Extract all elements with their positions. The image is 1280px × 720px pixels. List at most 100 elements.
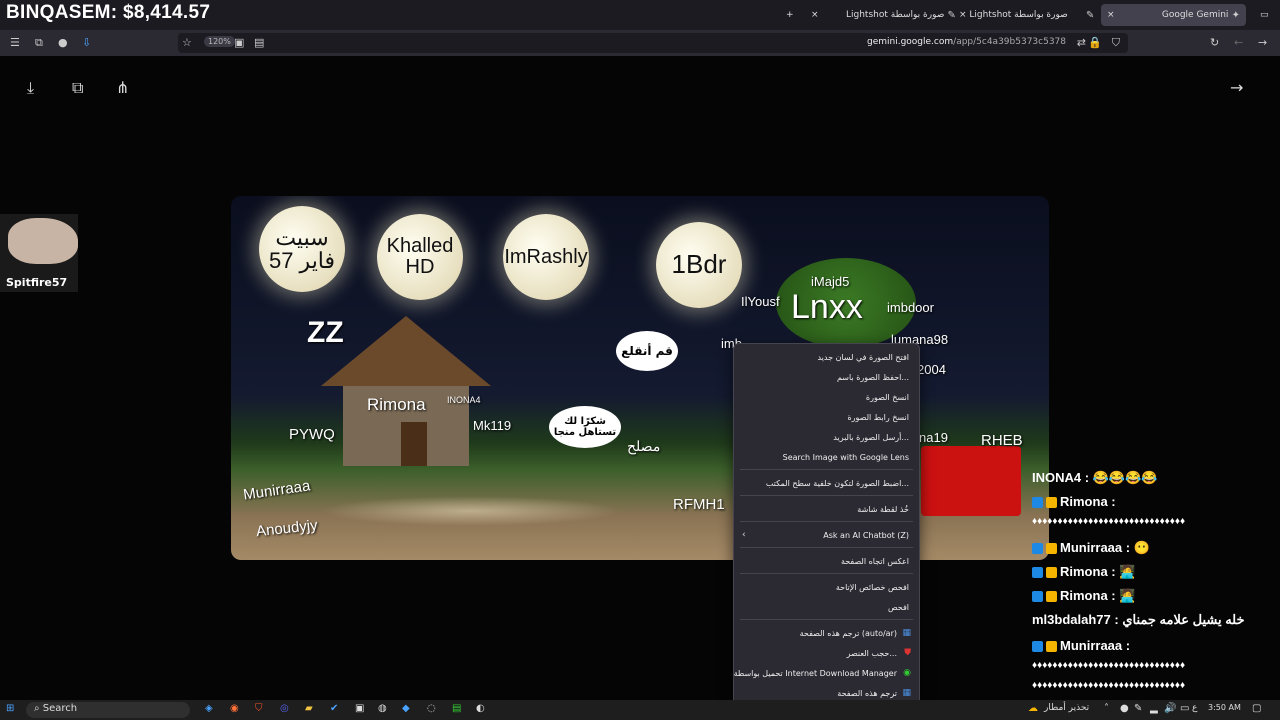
menu-item-google-lens[interactable]: Search Image with Google Lens	[783, 453, 909, 462]
menu-item-translate-auto[interactable]: ترجم هذه الصفحة (auto/ar)	[800, 629, 897, 638]
tab-google-gemini[interactable]: × Google Gemini ✦	[1101, 4, 1246, 26]
clock[interactable]: 3:50 AM	[1208, 703, 1241, 712]
badge-icon	[1046, 543, 1057, 555]
pen-icon[interactable]: ✎	[1134, 703, 1142, 714]
weather-icon[interactable]: ☁	[1028, 703, 1038, 714]
share-icon[interactable]: ⋔	[116, 78, 129, 97]
name-label: PYWQ	[289, 426, 335, 443]
name-label: RFMH1	[673, 496, 725, 513]
menu-separator	[740, 521, 913, 522]
menu-item-translate-page[interactable]: ترجم هذه الصفحة	[837, 689, 897, 698]
battery-icon[interactable]: ▭	[1180, 703, 1189, 714]
menu-item-open-image-new-tab[interactable]: افتح الصورة في لسان جديد	[817, 353, 909, 362]
search-icon: ⌕	[34, 703, 43, 714]
copy-icon[interactable]: ⧉	[72, 78, 83, 98]
menu-item-set-background[interactable]: اضبط الصورة لتكون خلفية سطح المكتب...	[766, 479, 909, 488]
name-label: Lnxx	[791, 288, 863, 326]
badge-icon	[1032, 591, 1043, 603]
menu-item-save-image-as[interactable]: احفظ الصورة باسم...	[837, 373, 909, 382]
house	[321, 316, 491, 466]
browser-toolbar: ☰ ⧉ ● ⇩ ☆ 120% ▣ ▤ gemini.google.com/app…	[0, 30, 1280, 56]
obs-icon[interactable]: ◍	[378, 703, 387, 714]
permissions-icon[interactable]: ⇄	[1077, 36, 1086, 49]
menu-item-switch-direction[interactable]: اعكس اتجاه الصفحة	[841, 557, 909, 566]
weather-text[interactable]: تحذير أمطار	[1044, 703, 1089, 713]
app-icon[interactable]: ◌	[427, 703, 436, 714]
url-bar[interactable]: ☆ 120% ▣ ▤ gemini.google.com/app/5c4a39b…	[178, 33, 1128, 53]
chevron-left-icon: ‹	[742, 530, 746, 540]
menu-item-screenshot[interactable]: خُذ لقطة شاشة	[857, 505, 909, 514]
brave-icon[interactable]: ⛉	[255, 703, 263, 714]
new-tab-button[interactable]: +	[780, 4, 800, 26]
close-icon[interactable]: ×	[1107, 10, 1115, 20]
name-label: IlYousf	[741, 294, 780, 309]
menu-item-email-image[interactable]: أرسل الصورة بالبريد...	[833, 433, 909, 442]
extensions-icon[interactable]: ⧉	[35, 36, 43, 50]
sidebar-icon[interactable]: ☰	[10, 36, 20, 49]
menu-item-inspect[interactable]: افحص	[888, 603, 909, 612]
plus-icon[interactable]: +	[786, 10, 794, 20]
badge-icon	[1032, 641, 1043, 653]
app-icon[interactable]: ✔	[330, 703, 338, 714]
copilot-icon[interactable]: ◈	[205, 703, 213, 714]
chat-message: Rimona : 🧑‍💻	[1032, 564, 1280, 580]
app-icon[interactable]: ▤	[452, 703, 461, 714]
name-label: iMajd5	[811, 274, 850, 289]
download-icon[interactable]: ⇩	[82, 36, 91, 49]
menu-item-block-element[interactable]: حجب العنصر...	[847, 649, 897, 658]
menu-item-ask-ai-chatbot[interactable]: Ask an AI Chatbot (Z)	[823, 531, 909, 540]
menu-item-copy-image-link[interactable]: انسخ رابط الصورة	[847, 413, 909, 422]
name-label: مصلح	[627, 438, 661, 454]
moon-label: 1Bdr	[656, 222, 742, 308]
mic-icon[interactable]: ●	[1120, 703, 1129, 714]
shield-icon[interactable]: ⛉	[1112, 36, 1120, 50]
name-label: 2004	[917, 362, 946, 377]
close-tab-icon[interactable]: ×	[805, 4, 825, 26]
tab-list-icon[interactable]: ▭	[1254, 4, 1275, 26]
page-icon[interactable]: ▤	[254, 36, 264, 49]
tab-lightshot-2[interactable]: × Lightshot صورة بواسطة	[953, 4, 1068, 26]
file-explorer-icon[interactable]: ▰	[305, 703, 313, 714]
forward-icon[interactable]: →	[1258, 36, 1267, 49]
app-icon[interactable]: ◆	[402, 703, 410, 714]
discord-icon[interactable]: ◎	[280, 703, 289, 714]
bookmark-star-icon[interactable]: ☆	[182, 36, 192, 49]
url-text[interactable]: gemini.google.com/app/5c4a39b5373c5378	[867, 37, 1066, 47]
close-icon[interactable]: ×	[959, 10, 967, 20]
notifications-icon[interactable]: ▢	[1252, 703, 1261, 714]
profile-icon[interactable]: ●	[58, 36, 68, 49]
menu-item-copy-image[interactable]: انسخ الصورة	[866, 393, 909, 402]
menu-item-idm-download[interactable]: تحميل بواسطة Internet Download Manager	[734, 669, 897, 678]
reload-icon[interactable]: ↻	[1210, 36, 1219, 49]
download-icon[interactable]: ⤓	[27, 78, 34, 98]
chat-message: ♦♦♦♦♦♦♦♦♦♦♦♦♦♦♦♦♦♦♦♦♦♦♦♦♦♦♦♦♦♦	[1032, 660, 1186, 671]
windows-start-icon[interactable]: ⊞	[6, 703, 14, 714]
network-icon[interactable]: ▂	[1150, 703, 1158, 714]
tab-lightshot-1[interactable]: Lightshot صورة بواسطة ✎	[840, 4, 956, 26]
tab-feather[interactable]: ✎	[1080, 4, 1100, 26]
volume-icon[interactable]: 🔊	[1164, 703, 1176, 714]
name-label: na19	[919, 430, 948, 445]
stream-title: BINQASEM: $8,414.57	[6, 2, 211, 23]
app-icon[interactable]: ▣	[355, 703, 364, 714]
dust-cloud	[321, 496, 621, 526]
input-language[interactable]: ع	[1192, 703, 1197, 713]
generated-image[interactable]: سبيت فاير 57 Khalled HD ImRashly 1Bdr iM…	[231, 196, 1049, 560]
firefox-icon[interactable]: ◉	[230, 703, 239, 714]
translate-icon: ▦	[902, 628, 911, 638]
app-icon[interactable]: ◐	[476, 703, 485, 714]
next-arrow-icon[interactable]: →	[1230, 78, 1243, 97]
chevron-up-icon[interactable]: ˄	[1104, 703, 1109, 714]
name-label: imbdoor	[887, 300, 934, 315]
lock-icon[interactable]: 🔒	[1088, 36, 1102, 49]
stream-chat: INONA4 : 😂😂😂😂 Rimona : ♦♦♦♦♦♦♦♦♦♦♦♦♦♦♦♦♦…	[1032, 466, 1280, 700]
chat-message: Rimona : 🧑‍💻	[1032, 588, 1280, 604]
translate-icon: ▦	[902, 688, 911, 698]
back-icon[interactable]: ←	[1234, 36, 1243, 49]
reader-icon[interactable]: ▣	[234, 36, 244, 49]
menu-item-inspect-accessibility[interactable]: افحص خصائص الإتاحة	[836, 583, 909, 592]
chat-message: INONA4 : 😂😂😂😂	[1032, 470, 1158, 485]
zoom-level[interactable]: 120%	[204, 36, 235, 47]
taskbar-search[interactable]: ⌕ Search	[26, 702, 190, 718]
name-label: Mk119	[473, 418, 512, 433]
